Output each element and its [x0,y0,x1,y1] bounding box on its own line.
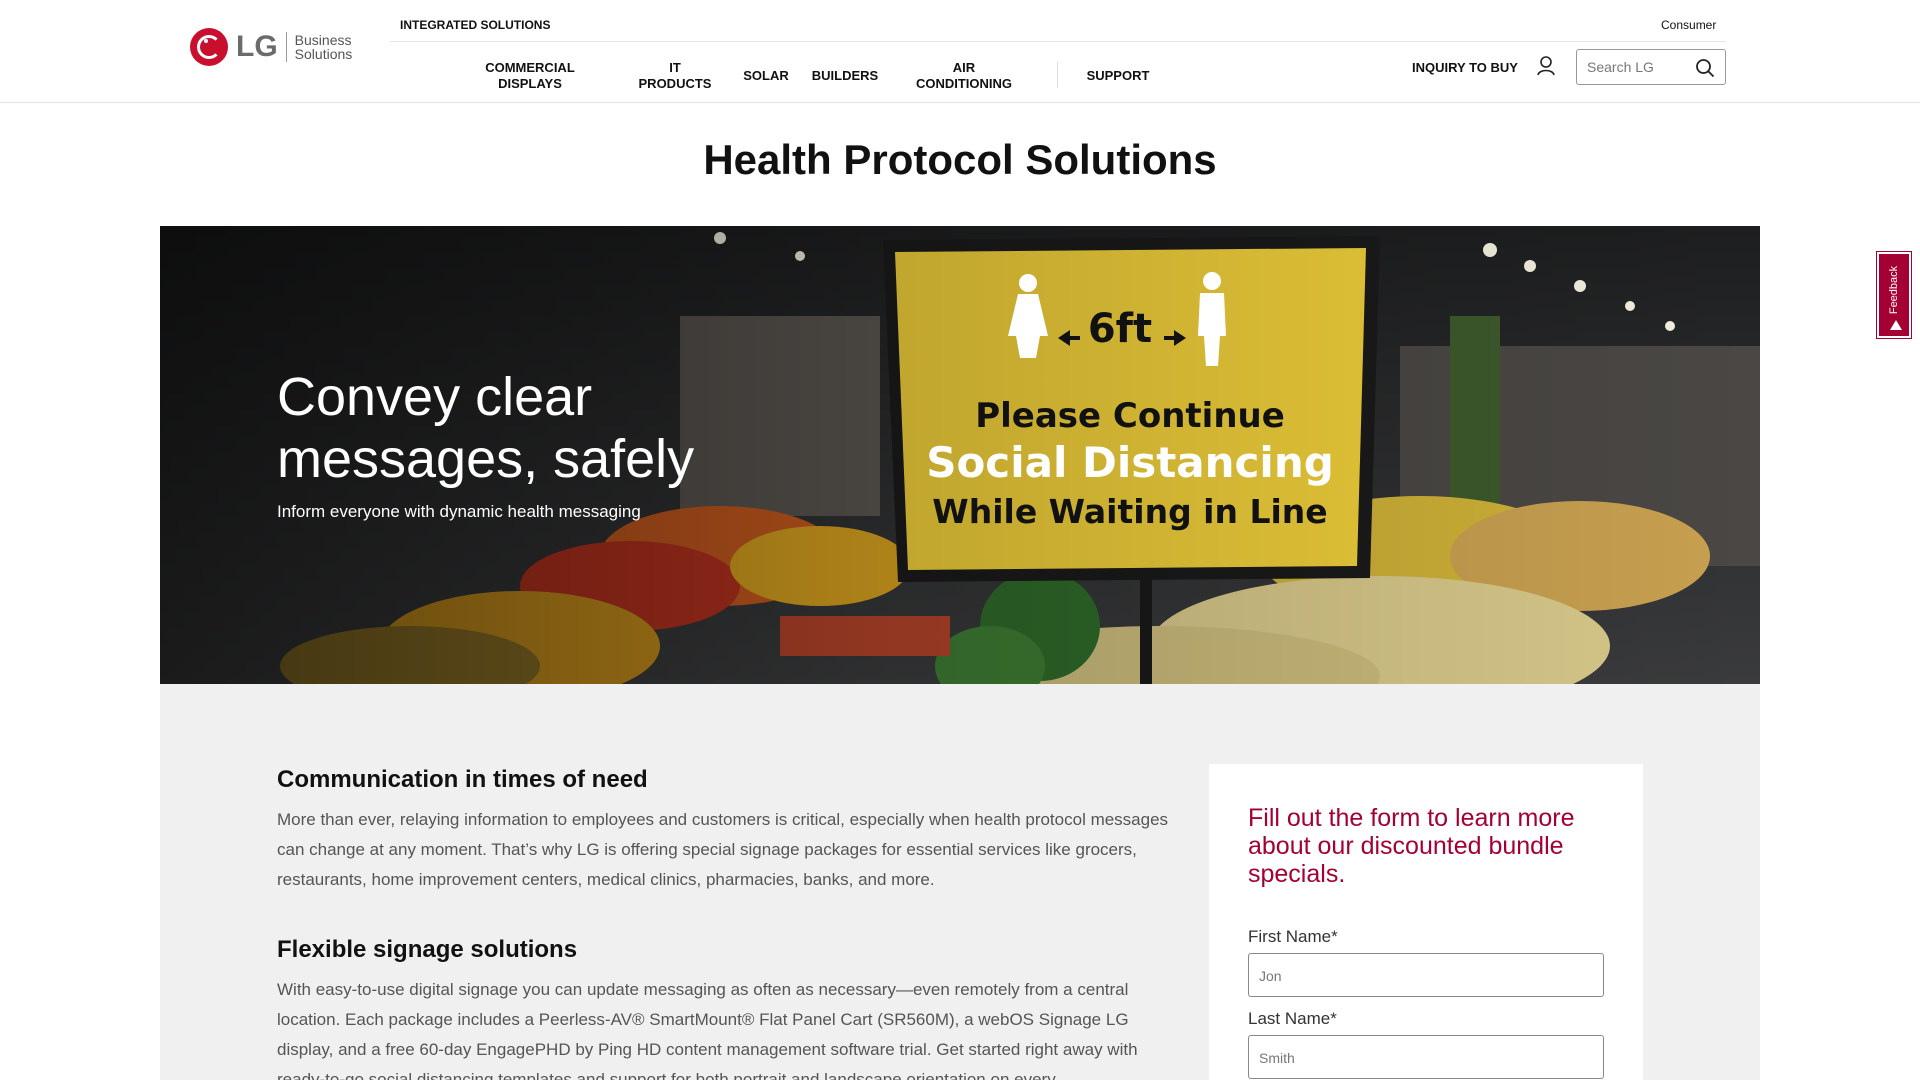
nav-label: SOLAR [743,68,789,83]
user-icon[interactable] [1536,55,1556,77]
sign-line2: Social Distancing [926,438,1334,487]
header-divider [390,41,1726,42]
nav-label: SUPPORT [1086,68,1150,83]
logo-brand-text: LG [236,30,278,63]
sign-line3: While Waiting in Line [932,492,1328,531]
section-body-flexible-signage: With easy-to-use digital signage you can… [277,980,1138,1080]
search-box[interactable] [1576,49,1726,85]
logo-subtitle: Business Solutions [295,33,353,61]
hero-heading: Convey clear messages, safely [277,367,695,489]
nav-label: BUILDERS [811,68,879,83]
first-name-field-wrapper [1248,953,1604,997]
nav-label-line2: PRODUCTS [638,76,712,91]
hero-subheading: Inform everyone with dynamic health mess… [277,502,641,521]
nav-label-line2: DISPLAYS [498,76,562,91]
nav-label-line1: AIR [952,60,976,75]
search-input[interactable] [1587,58,1687,76]
nav-item-builders[interactable]: BUILDERS [808,68,882,84]
nav-item-commercial-displays[interactable]: COMMERCIAL DISPLAYS [474,60,586,92]
feedback-label: Feedback [1888,265,1900,315]
inquiry-to-buy-link[interactable]: INQUIRY TO BUY [1412,60,1518,75]
integrated-solutions-link[interactable]: INTEGRATED SOLUTIONS [400,18,550,32]
nav-item-air-conditioning[interactable]: AIR CONDITIONING [905,60,1023,92]
nav-label-line1: COMMERCIAL [485,60,575,75]
last-name-field-wrapper [1248,1035,1604,1079]
logo-divider [285,32,287,62]
sign-line1: Please Continue [975,396,1285,436]
nav-item-it-products[interactable]: IT PRODUCTS [630,60,720,92]
feedback-tab[interactable]: Feedback [1877,252,1911,338]
site-header: LG Business Solutions INTEGRATED SOLUTIO… [0,0,1920,103]
nav-separator [1057,62,1058,88]
page-title: Health Protocol Solutions [703,136,1217,183]
section-heading-communication: Communication in times of need [277,766,648,793]
nav-label-line2: CONDITIONING [915,76,1013,91]
section-heading-flexible-signage: Flexible signage solutions [277,936,578,963]
section-body-communication: More than ever, relaying information to … [277,810,1169,889]
search-icon[interactable] [1695,58,1715,78]
last-name-label: Last Name* [1248,1009,1337,1028]
lead-form: Fill out the form to learn more about ou… [1209,764,1643,1080]
nav-item-support[interactable]: SUPPORT [1080,68,1156,84]
hero-banner: 6ft Please Continue Social Distancing Wh… [160,226,1760,684]
consumer-link[interactable]: Consumer [1661,18,1716,32]
feedback-arrow-icon [1890,320,1902,330]
nav-item-solar[interactable]: SOLAR [736,68,796,84]
form-title: Fill out the form to learn more about ou… [1248,804,1575,888]
last-name-field[interactable] [1259,1048,1589,1068]
nav-label-line1: IT [669,60,681,75]
first-name-field[interactable] [1259,966,1589,986]
first-name-label: First Name* [1248,927,1338,946]
sign-distance-text: 6ft [1087,306,1153,352]
